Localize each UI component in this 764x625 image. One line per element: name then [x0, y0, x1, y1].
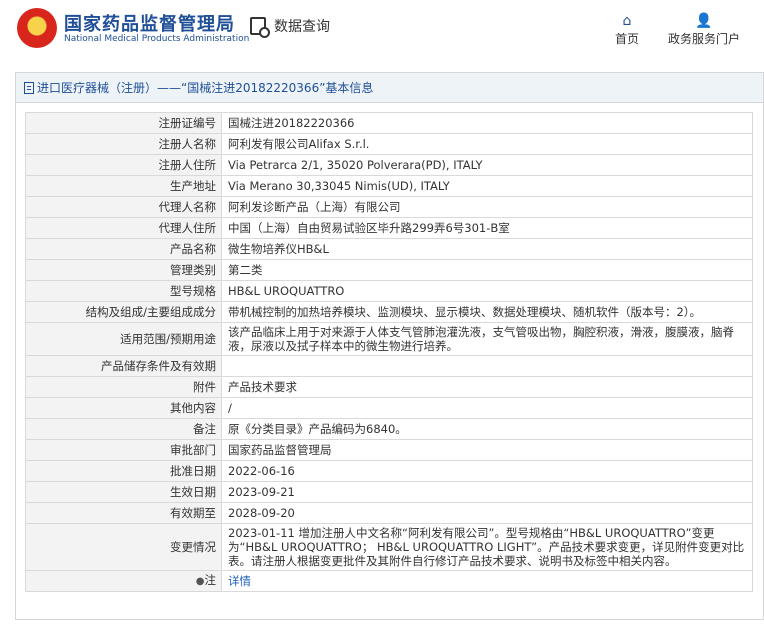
row-label: 型号规格 — [25, 280, 222, 302]
table-row: 代理人名称 阿利发诊断产品（上海）有限公司 — [25, 196, 753, 218]
nav-service-portal-label: 政务服务门户 — [667, 32, 740, 46]
user-icon: 👤 — [695, 13, 713, 29]
row-value: 原《分类目录》产品编码为6840。 — [221, 418, 753, 440]
row-label: 结构及组成/主要组成成分 — [25, 301, 222, 323]
table-row: 其他内容 / — [25, 397, 753, 419]
table-row: 注册人名称 阿利发有限公司Alifax S.r.l. — [25, 133, 753, 155]
row-label: 有效期至 — [25, 502, 222, 524]
table-row: 审批部门 国家药品监督管理局 — [25, 439, 753, 461]
nav-service-portal[interactable]: 👤 政务服务门户 — [664, 12, 744, 47]
table-row: 结构及组成/主要组成成分 带机械控制的加热培养模块、监测模块、显示模块、数据处理模… — [25, 301, 753, 323]
table-row: 生产地址 Via Merano 30,33045 Nimis(UD), ITALY — [25, 175, 753, 197]
row-label: 注册证编号 — [25, 112, 222, 134]
row-label: 适用范围/预期用途 — [25, 322, 222, 356]
row-value: 带机械控制的加热培养模块、监测模块、显示模块、数据处理模块、随机软件（版本号：2… — [221, 301, 753, 323]
table-row: 生效日期 2023-09-21 — [25, 481, 753, 503]
row-label: ●注 — [25, 570, 222, 592]
brand-name-en[interactable]: National Medical Products Administration — [64, 34, 249, 44]
row-value: HB&L UROQUATTRO — [221, 280, 753, 302]
panel-title: 进口医疗器械（注册）——“国械注进20182220366”基本信息 — [37, 81, 374, 95]
table-row: 注册人住所 Via Petrarca 2/1, 35020 Polverara(P… — [25, 154, 753, 176]
table-row: 管理类别 第二类 — [25, 259, 753, 281]
row-value: 第二类 — [221, 259, 753, 281]
detail-table: 注册证编号 国械注进20182220366 注册人名称 阿利发有限公司Alifax S… — [25, 112, 753, 592]
row-value — [221, 355, 753, 377]
details-link[interactable]: 详情 — [228, 574, 251, 588]
row-value: 国械注进20182220366 — [221, 112, 753, 134]
table-row: 批准日期 2022-06-16 — [25, 460, 753, 482]
row-label: 产品名称 — [25, 238, 222, 260]
row-value: / — [221, 397, 753, 419]
table-row: 产品储存条件及有效期 — [25, 355, 753, 377]
home-icon: ⌂ — [622, 13, 632, 29]
table-row: 代理人住所 中国（上海）自由贸易试验区毕升路299弄6号301-B室 — [25, 217, 753, 239]
row-label: 管理类别 — [25, 259, 222, 281]
national-emblem-icon: ★ — [17, 8, 57, 48]
row-label: 代理人住所 — [25, 217, 222, 239]
row-value: 2022-06-16 — [221, 460, 753, 482]
brand-name-cn[interactable]: 国家药品监督管理局 — [64, 10, 235, 36]
row-label: 注册人住所 — [25, 154, 222, 176]
row-label: 审批部门 — [25, 439, 222, 461]
row-label: 其他内容 — [25, 397, 222, 419]
row-value: 2023-09-21 — [221, 481, 753, 503]
row-value: 阿利发诊断产品（上海）有限公司 — [221, 196, 753, 218]
detail-panel: 进口医疗器械（注册）——“国械注进20182220366”基本信息 注册证编号国… — [15, 72, 764, 620]
row-value: 国家药品监督管理局 — [221, 439, 753, 461]
row-value: 2028-09-20 — [221, 502, 753, 524]
row-label: 注册人名称 — [25, 133, 222, 155]
table-row: 变更情况 2023-01-11 增加注册人中文名称“阿利发有限公司”。型号规格由“… — [25, 523, 753, 571]
row-label: 变更情况 — [25, 523, 222, 571]
table-row: 有效期至 2028-09-20 — [25, 502, 753, 524]
site-header: ★ 国家药品监督管理局 National Medical Products Ad… — [0, 0, 764, 64]
row-label: 附件 — [25, 376, 222, 398]
table-row: 备注 原《分类目录》产品编码为6840。 — [25, 418, 753, 440]
table-row: 适用范围/预期用途 该产品临床上用于对来源于人体支气管肺泡灌洗液，支气管吸出物，胸… — [25, 322, 753, 356]
table-row: 产品名称 微生物培养仪HB&L — [25, 238, 753, 260]
row-label: 代理人名称 — [25, 196, 222, 218]
row-value: 阿利发有限公司Alifax S.r.l. — [221, 133, 753, 155]
row-value: 产品技术要求 — [221, 376, 753, 398]
row-value: Via Merano 30,33045 Nimis(UD), ITALY — [221, 175, 753, 197]
nav-home-label: 首页 — [614, 32, 639, 46]
data-query-link[interactable]: 数据查询 — [250, 16, 330, 38]
row-value: 详情 — [221, 570, 753, 592]
document-icon — [24, 81, 34, 94]
panel-title-bar: 进口医疗器械（注册）——“国械注进20182220366”基本信息 — [16, 73, 763, 103]
row-label: 备注 — [25, 418, 222, 440]
row-label: 批准日期 — [25, 460, 222, 482]
row-value: 微生物培养仪HB&L — [221, 238, 753, 260]
lightbulb-icon: ● — [195, 576, 205, 587]
row-value: 中国（上海）自由贸易试验区毕升路299弄6号301-B室 — [221, 217, 753, 239]
row-value: 该产品临床上用于对来源于人体支气管肺泡灌洗液，支气管吸出物，胸腔积液，滑液，腹膜… — [221, 322, 753, 356]
document-search-icon — [250, 17, 270, 38]
row-value: 2023-01-11 增加注册人中文名称“阿利发有限公司”。型号规格由“HB&L… — [221, 523, 753, 571]
nav-home[interactable]: ⌂ 首页 — [612, 12, 642, 47]
table-row: 型号规格 HB&L UROQUATTRO — [25, 280, 753, 302]
row-label: 生产地址 — [25, 175, 222, 197]
row-label: 生效日期 — [25, 481, 222, 503]
data-query-label: 数据查询 — [274, 19, 330, 35]
table-row: 注册证编号 国械注进20182220366 — [25, 112, 753, 134]
row-value: Via Petrarca 2/1, 35020 Polverara(PD), I… — [221, 154, 753, 176]
table-row-note: ●注 详情 — [25, 570, 753, 592]
row-label: 产品储存条件及有效期 — [25, 355, 222, 377]
table-row: 附件 产品技术要求 — [25, 376, 753, 398]
